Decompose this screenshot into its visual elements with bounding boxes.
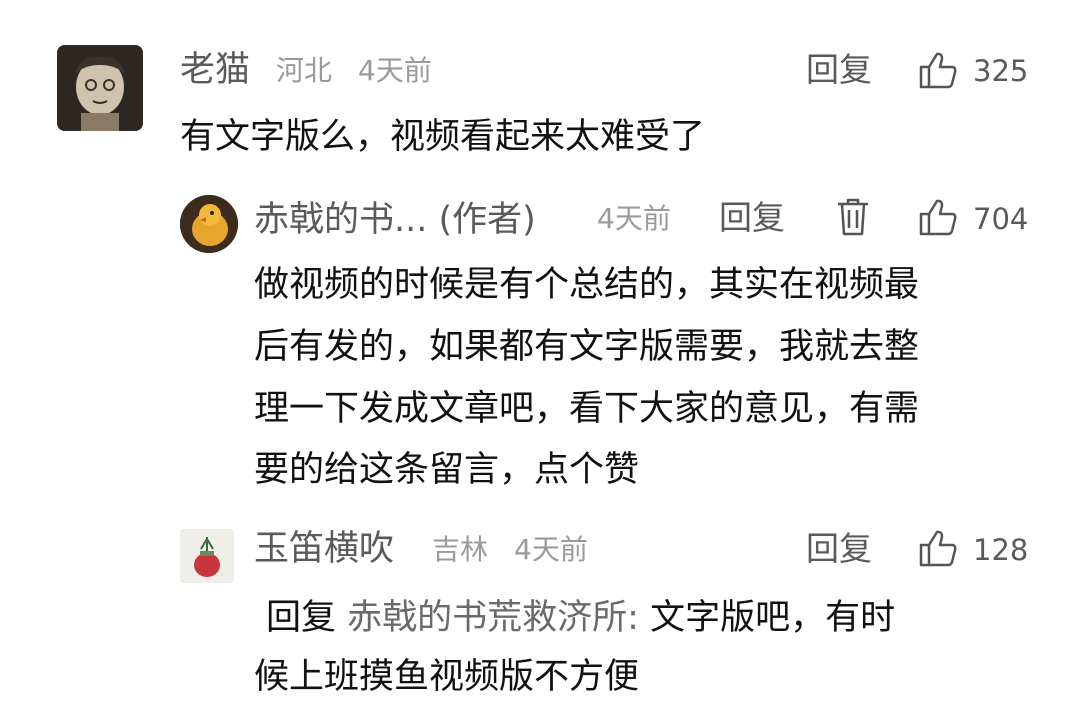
comment-text-line: 回复 赤戟的书荒救济所: 文字版吧，有时: [266, 601, 895, 636]
comment-text-line: 候上班摸鱼视频版不方便: [254, 657, 640, 697]
comment-text: 有文字版么，视频看起来太难受了: [180, 117, 706, 157]
reply-button[interactable]: 回复: [719, 201, 785, 234]
region: 河北: [276, 54, 333, 87]
timestamp: 4天前: [358, 54, 432, 87]
comment-text-line: 要的给这条留言，点个赞: [254, 450, 640, 490]
username[interactable]: 老猫: [180, 53, 250, 88]
timestamp: 4天前: [597, 202, 671, 235]
delete-button[interactable]: [834, 195, 872, 239]
reply-button[interactable]: 回复: [806, 53, 872, 86]
mention-link[interactable]: 赤戟的书荒救济所:: [347, 598, 639, 638]
avatar-chick-image: [180, 195, 238, 253]
comment-text-line: 理一下发成文章吧，看下大家的意见，有需: [254, 389, 920, 429]
avatar-old-cat-image: [57, 45, 143, 131]
like-button[interactable]: [918, 197, 960, 237]
reply-prefix: 回复: [266, 598, 337, 638]
like-icon: [919, 530, 957, 567]
avatar-plant-image: [180, 529, 234, 583]
like-count: 128: [973, 533, 1029, 567]
region: 吉林: [432, 533, 489, 566]
like-icon: [919, 199, 957, 236]
username[interactable]: 赤戟的书... (作者): [254, 203, 536, 238]
comment-text-line: 后有发的，如果都有文字版需要，我就去整: [254, 327, 920, 367]
timestamp: 4天前: [514, 533, 588, 566]
trash-icon: [838, 198, 868, 236]
like-count: 325: [973, 54, 1029, 88]
comment-text-line: 做视频的时候是有个总结的，其实在视频最: [254, 265, 920, 305]
like-button[interactable]: [918, 50, 960, 90]
avatar[interactable]: [180, 529, 234, 583]
like-icon: [919, 52, 957, 89]
username[interactable]: 玉笛横吹: [254, 532, 394, 567]
avatar[interactable]: [180, 195, 238, 253]
like-button[interactable]: [918, 528, 960, 568]
like-count: 704: [973, 202, 1029, 236]
reply-button[interactable]: 回复: [806, 532, 872, 565]
comment-text: 文字版吧，有时: [650, 598, 896, 638]
avatar[interactable]: [57, 45, 143, 131]
